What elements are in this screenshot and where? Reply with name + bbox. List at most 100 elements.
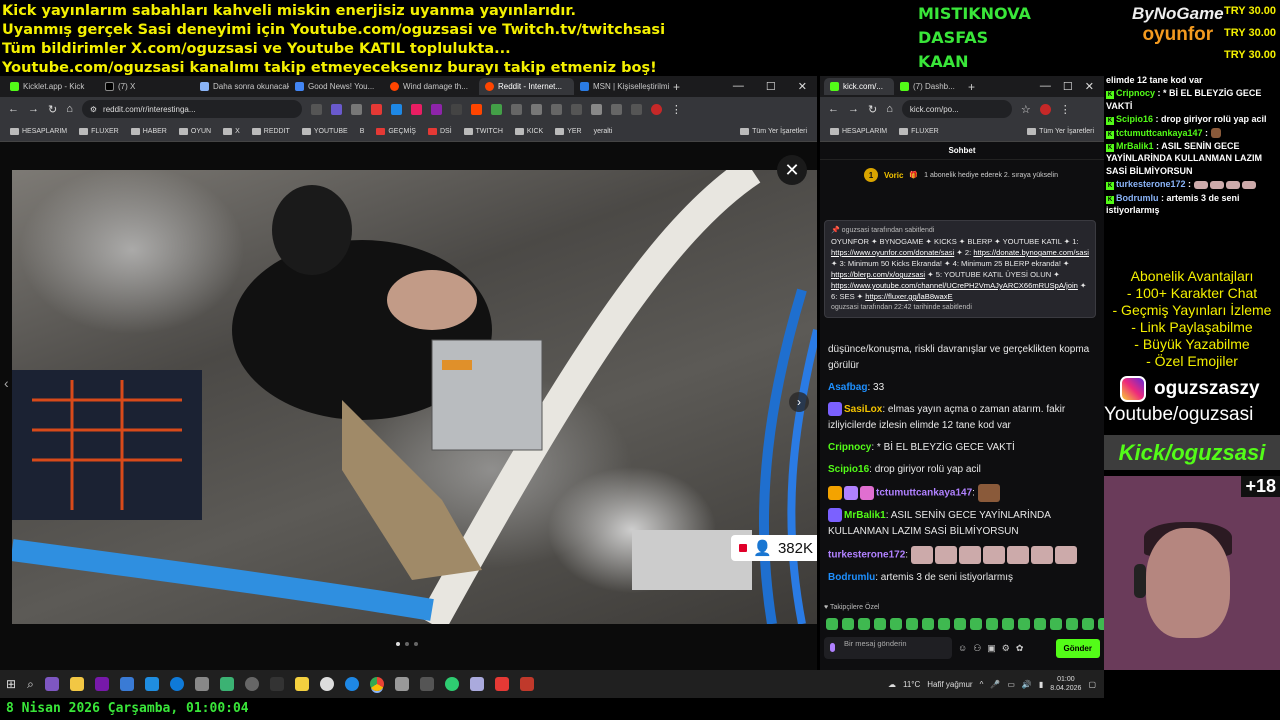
message-user[interactable]: Scipio16	[828, 464, 869, 475]
chat-message-input[interactable]: Bir mesaj gönderin	[824, 637, 952, 659]
url-field[interactable]: ⚙ reddit.com/r/interestinga...	[81, 100, 302, 118]
volume-icon[interactable]: 🔊	[1022, 680, 1032, 689]
pinned-link[interactable]: https://donate.bynogame.com/sasi	[973, 248, 1089, 257]
forward-icon[interactable]: →	[28, 103, 39, 115]
bookmark-item[interactable]: yeralti	[594, 128, 613, 135]
obs-icon[interactable]	[319, 677, 334, 691]
bookmark-item[interactable]: YOUTUBE	[301, 127, 348, 135]
tab-good-news[interactable]: Good News! You...	[289, 78, 384, 95]
message-user[interactable]: turkesterone172	[828, 550, 905, 561]
gallery-dot[interactable]	[405, 642, 409, 646]
extension-icon[interactable]	[330, 103, 342, 115]
extension-icon[interactable]	[490, 103, 502, 115]
message-user[interactable]: Bodrumlu	[828, 572, 875, 583]
vivaldi-icon[interactable]	[494, 677, 509, 691]
app-icon[interactable]	[219, 677, 234, 691]
close-window-icon[interactable]: ✕	[798, 80, 807, 93]
next-image-icon[interactable]: ›	[789, 392, 809, 412]
extension-icon[interactable]	[470, 103, 482, 115]
send-button[interactable]: Gönder	[1055, 638, 1100, 658]
search-icon[interactable]: ⌕	[27, 677, 34, 692]
chat-tools-icon[interactable]: ⚇	[973, 643, 981, 654]
extension-icon[interactable]	[630, 103, 642, 115]
emote-button[interactable]	[842, 618, 854, 630]
minimize-icon[interactable]: —	[1040, 80, 1051, 93]
message-user[interactable]: Cripnocy	[828, 442, 871, 453]
extension-icon[interactable]	[350, 103, 362, 115]
tab-x[interactable]: (7) X	[99, 78, 194, 95]
profile-avatar[interactable]	[1039, 103, 1051, 115]
tab-kicklet[interactable]: Kicklet.app - Kick	[4, 78, 99, 95]
close-icon[interactable]: ✕	[777, 155, 807, 185]
app-icon[interactable]	[44, 677, 59, 691]
quick-emote-icon[interactable]: ✿	[1016, 643, 1024, 654]
settings-icon[interactable]: ⚙	[1002, 643, 1010, 654]
app-icon[interactable]	[119, 677, 134, 691]
extension-icon[interactable]	[410, 103, 422, 115]
maximize-icon[interactable]: ☐	[1063, 80, 1073, 93]
pinned-link[interactable]: https://blerp.com/x/oguzsasi	[831, 270, 925, 279]
mic-icon[interactable]: 🎤	[990, 680, 1000, 689]
previous-image-icon[interactable]: ‹	[4, 375, 9, 391]
bookmark-item[interactable]: REDDIT	[251, 127, 290, 135]
bookmark-item[interactable]: HESAPLARIM	[830, 127, 887, 135]
emote-button[interactable]	[938, 618, 950, 630]
tab-msn[interactable]: MSN | Kişiselleştirilmiş...	[574, 78, 669, 95]
emote-button[interactable]	[1034, 618, 1046, 630]
gallery-dot[interactable]	[414, 642, 418, 646]
extension-icon[interactable]	[430, 103, 442, 115]
extension-icon[interactable]	[370, 103, 382, 115]
tab-read-later[interactable]: Daha sonra okunacaklar	[194, 78, 289, 95]
home-icon[interactable]: ⌂	[886, 103, 893, 115]
message-user[interactable]: SasiLox	[844, 404, 882, 415]
bookmark-item[interactable]: KICK	[514, 127, 543, 135]
clock[interactable]: 01:00 8.04.2026	[1050, 675, 1081, 693]
message-user[interactable]: MrBalik1	[844, 510, 886, 521]
extension-icon[interactable]	[510, 103, 522, 115]
bookmark-item[interactable]: HABER	[130, 127, 167, 135]
emote-button[interactable]	[874, 618, 886, 630]
emote-button[interactable]	[1002, 618, 1014, 630]
app-icon[interactable]	[469, 677, 484, 691]
emote-button[interactable]	[970, 618, 982, 630]
app-icon[interactable]	[344, 677, 359, 691]
forward-icon[interactable]: →	[848, 103, 859, 115]
tab-reddit[interactable]: Reddit - Internet...	[479, 78, 574, 95]
reload-icon[interactable]: ↻	[48, 103, 57, 116]
profile-avatar[interactable]	[650, 103, 662, 115]
tab-kick[interactable]: kick.com/...	[824, 78, 894, 95]
extension-icon[interactable]	[610, 103, 622, 115]
emoji-icon[interactable]: ☺	[958, 643, 967, 653]
message-user[interactable]: tctumuttcankaya147	[876, 488, 972, 499]
pinned-link[interactable]: https://fluxer.gg/laB8waxE	[865, 292, 952, 301]
back-icon[interactable]: ←	[8, 103, 19, 115]
store-icon[interactable]: ▣	[987, 643, 996, 654]
emote-button[interactable]	[1018, 618, 1030, 630]
star-icon[interactable]: ☆	[1021, 103, 1031, 116]
home-icon[interactable]: ⌂	[66, 103, 73, 115]
pinned-link[interactable]: https://www.oyunfor.com/donate/sasi	[831, 248, 954, 257]
gifter-name[interactable]: Voric	[884, 171, 903, 180]
reload-icon[interactable]: ↻	[868, 103, 877, 116]
app-icon[interactable]	[394, 677, 409, 691]
weather-text[interactable]: Hafif yağmur	[927, 680, 972, 689]
bookmark-item[interactable]: FLUXER	[899, 127, 939, 135]
app-icon[interactable]	[269, 677, 284, 691]
app-icon[interactable]	[419, 677, 434, 691]
emote-button[interactable]	[890, 618, 902, 630]
app-icon[interactable]	[144, 677, 159, 691]
close-window-icon[interactable]: ✕	[1085, 80, 1094, 93]
bookmark-item[interactable]: OYUN	[178, 127, 211, 135]
bookmark-item[interactable]: TWITCH	[463, 127, 503, 135]
battery-icon[interactable]: ▮	[1039, 680, 1043, 689]
windows-start-icon[interactable]: ⊞	[6, 677, 16, 691]
emote-button[interactable]	[954, 618, 966, 630]
emote-button[interactable]	[986, 618, 998, 630]
bookmark-item[interactable]: X	[223, 127, 240, 135]
emote-button[interactable]	[858, 618, 870, 630]
notification-icon[interactable]: ▢	[1088, 680, 1096, 689]
bookmark-item[interactable]: GEÇMİŞ	[376, 127, 416, 135]
extension-icon[interactable]	[530, 103, 542, 115]
extension-icon[interactable]	[450, 103, 462, 115]
new-tab-icon[interactable]: +	[968, 80, 975, 94]
